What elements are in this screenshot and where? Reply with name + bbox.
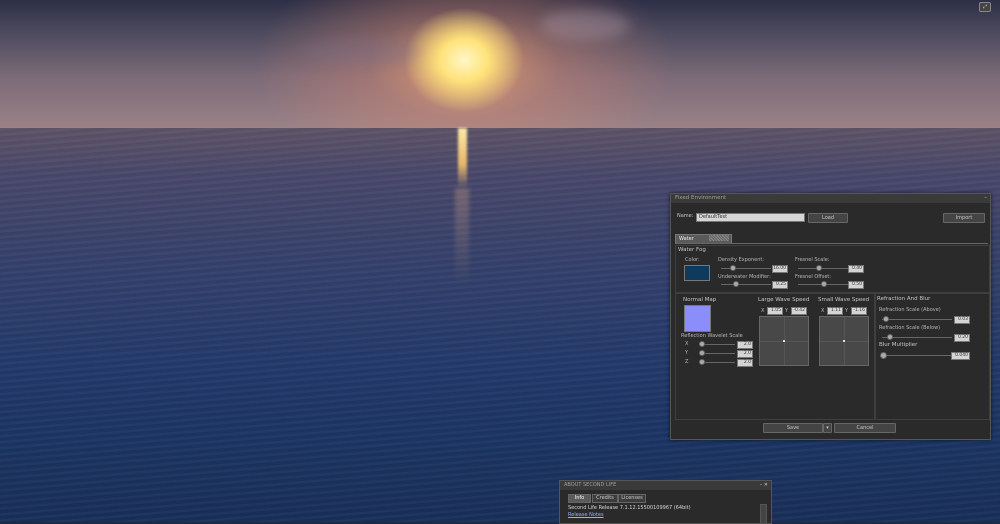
refraction-below-label: Refraction Scale (Below) xyxy=(879,325,941,331)
panel-title-bar[interactable]: Fixed Environment – xyxy=(671,194,990,203)
save-button[interactable]: Save xyxy=(763,423,823,433)
load-button[interactable]: Load xyxy=(808,213,848,223)
wavelet-y-value[interactable]: 2.0 xyxy=(737,350,753,358)
small-wave-y-value[interactable]: -1.16 xyxy=(851,307,867,315)
save-dropdown-button[interactable]: ▾ xyxy=(823,423,832,433)
refraction-below-value[interactable]: 0.20 xyxy=(954,334,970,342)
density-exponent-knob[interactable] xyxy=(730,265,736,271)
refraction-above-slider[interactable] xyxy=(882,319,952,320)
cloud xyxy=(540,10,630,40)
fresnel-scale-slider[interactable] xyxy=(798,268,848,269)
normal-map-texture[interactable] xyxy=(684,305,711,332)
large-wave-speed-pad[interactable] xyxy=(759,316,809,366)
large-wave-header: Large Wave Speed xyxy=(758,297,810,303)
refraction-below-knob[interactable] xyxy=(887,334,893,340)
fresnel-offset-value[interactable]: 0.50 xyxy=(848,281,864,289)
color-label: Color: xyxy=(685,257,700,263)
normal-map-header: Normal Map xyxy=(683,297,717,303)
tab-info[interactable]: Info xyxy=(568,494,591,503)
fixed-environment-panel: Fixed Environment – Name: DefaultTest Lo… xyxy=(670,193,991,440)
fresnel-scale-value[interactable]: 0.40 xyxy=(848,265,864,273)
water-fog-section xyxy=(675,245,990,293)
minimize-icon[interactable]: – xyxy=(984,194,987,203)
refraction-header: Refraction And Blur xyxy=(877,296,931,302)
underwater-modifier-knob[interactable] xyxy=(733,281,739,287)
density-exponent-value[interactable]: 16.00 xyxy=(772,265,788,273)
name-label: Name: xyxy=(677,213,694,219)
wavelet-z-label: Z xyxy=(685,359,689,365)
small-wave-x-label: X xyxy=(821,308,825,314)
large-wave-x-label: X xyxy=(761,308,765,314)
blur-multiplier-slider[interactable] xyxy=(882,355,952,356)
water-fog-header: Water Fog xyxy=(678,247,706,253)
sky xyxy=(0,0,1000,128)
wavelet-x-knob[interactable] xyxy=(699,341,705,347)
blur-multiplier-value[interactable]: 0.040 xyxy=(951,352,970,360)
release-notes-link[interactable]: Release Notes xyxy=(568,512,604,518)
small-wave-y-label: Y xyxy=(845,308,849,314)
about-title-bar[interactable]: ABOUT SECOND LIFE – ✕ xyxy=(560,481,771,490)
small-wave-header: Small Wave Speed xyxy=(818,297,870,303)
wavelet-z-value[interactable]: 2.0 xyxy=(737,359,753,367)
refraction-above-label: Refraction Scale (Above) xyxy=(879,307,941,313)
large-wave-handle[interactable] xyxy=(783,340,785,342)
fresnel-offset-label: Fresnel Offset: xyxy=(795,274,832,280)
cloud xyxy=(300,40,420,65)
about-title: ABOUT SECOND LIFE xyxy=(564,482,617,488)
wavelet-z-knob[interactable] xyxy=(699,359,705,365)
tab-credits[interactable]: Credits xyxy=(592,494,618,503)
density-exponent-slider[interactable] xyxy=(721,268,771,269)
small-wave-speed-pad[interactable] xyxy=(819,316,869,366)
underwater-modifier-value[interactable]: 0.25 xyxy=(772,281,788,289)
cancel-button[interactable]: Cancel xyxy=(834,423,896,433)
blur-multiplier-label: Blur Multiplier xyxy=(879,342,918,348)
underwater-modifier-label: Underwater Modifier: xyxy=(718,274,771,280)
water-fog-color-swatch[interactable] xyxy=(684,265,710,281)
tab-hatch xyxy=(709,235,729,241)
blur-multiplier-knob[interactable] xyxy=(880,352,887,359)
panel-title: Fixed Environment xyxy=(675,195,727,201)
density-exponent-label: Density Exponent: xyxy=(718,257,765,263)
fresnel-scale-label: Fresnel Scale: xyxy=(795,257,830,263)
import-button[interactable]: Import xyxy=(943,213,985,223)
scrollbar[interactable] xyxy=(760,504,767,524)
name-field[interactable]: DefaultTest xyxy=(696,213,805,222)
refraction-above-knob[interactable] xyxy=(883,316,889,322)
fresnel-scale-knob[interactable] xyxy=(816,265,822,271)
wavelet-x-label: X xyxy=(685,341,689,347)
fullscreen-button[interactable]: ⤢ xyxy=(979,2,991,12)
sun-reflection xyxy=(455,188,469,288)
wavelet-y-knob[interactable] xyxy=(699,350,705,356)
window-controls-icon[interactable]: – ✕ xyxy=(760,481,768,490)
sun-glint xyxy=(458,128,467,188)
wavelet-y-label: Y xyxy=(685,350,689,356)
underwater-modifier-slider[interactable] xyxy=(721,284,771,285)
large-wave-x-value[interactable]: 1.05 xyxy=(767,307,783,315)
tab-divider xyxy=(675,243,988,244)
large-wave-y-value[interactable]: -0.42 xyxy=(791,307,807,315)
tab-licenses[interactable]: Licenses xyxy=(618,494,646,503)
small-wave-x-value[interactable]: 1.11 xyxy=(827,307,843,315)
reflection-wavelet-label: Reflection Wavelet Scale xyxy=(681,333,743,339)
large-wave-y-label: Y xyxy=(785,308,789,314)
fresnel-offset-knob[interactable] xyxy=(821,281,827,287)
wavelet-x-value[interactable]: 2.0 xyxy=(737,341,753,349)
release-version-text: Second Life Release 7.1.12.15500109967 (… xyxy=(568,505,691,511)
small-wave-handle[interactable] xyxy=(843,340,845,342)
about-second-life-window: ABOUT SECOND LIFE – ✕ Info Credits Licen… xyxy=(559,480,772,524)
refraction-above-value[interactable]: 0.03 xyxy=(954,316,970,324)
